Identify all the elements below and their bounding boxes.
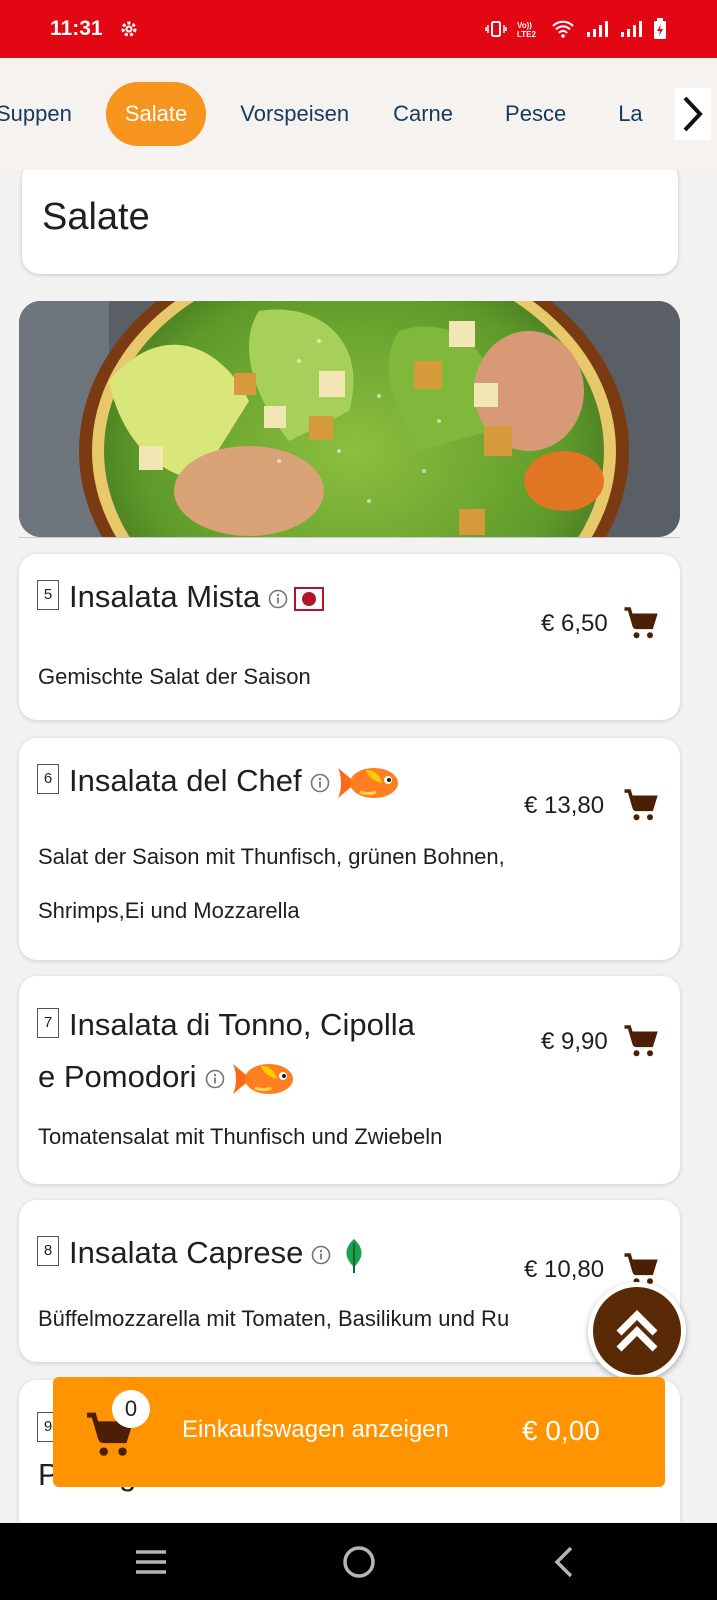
item-name: Insalata del Chef xyxy=(69,763,302,798)
item-title-row: Insalata Caprese xyxy=(69,1226,367,1280)
info-icon[interactable] xyxy=(205,1069,225,1089)
cart-count-badge: 0 xyxy=(112,1390,150,1428)
category-tabs: Suppen Salate Vorspeisen Carne Pesce La xyxy=(0,82,669,146)
gear-icon xyxy=(121,21,137,37)
signal-icon xyxy=(587,21,608,37)
item-name-line: Insalata di Tonno, Cipolla xyxy=(69,1007,415,1042)
menu-item-card[interactable]: 5 Insalata Mista € 6,50 Gemischte Salat … xyxy=(19,554,680,720)
add-to-cart-icon[interactable] xyxy=(623,606,659,642)
item-description: Büffelmozzarella mit Tomaten, Basilikum … xyxy=(38,1306,510,1331)
category-bar: Suppen Salate Vorspeisen Carne Pesce La xyxy=(0,58,717,170)
tab-suppen[interactable]: Suppen xyxy=(0,82,90,146)
menu-item-card[interactable]: 8 Insalata Caprese € 10,80 Büffelmozzare… xyxy=(19,1200,680,1362)
back-button[interactable] xyxy=(514,1523,614,1600)
info-icon[interactable] xyxy=(310,773,330,793)
item-description: Gemischte Salat der Saison xyxy=(38,664,311,689)
home-circle-icon xyxy=(343,1545,375,1578)
system-nav-bar xyxy=(0,1523,717,1600)
scroll-right-button[interactable] xyxy=(675,88,711,140)
item-price: € 9,90 xyxy=(541,1028,608,1055)
item-description-line: Shrimps,Ei und Mozzarella xyxy=(38,898,300,923)
status-bar: 11:31 Vo)) LTE2 xyxy=(0,0,717,58)
cart-total: € 0,00 xyxy=(522,1415,600,1446)
add-to-cart-icon[interactable] xyxy=(623,788,659,824)
vibrate-icon xyxy=(485,21,507,37)
item-title-row: Insalata Mista xyxy=(69,570,325,624)
item-number: 7 xyxy=(37,1008,59,1038)
item-number: 8 xyxy=(37,1236,59,1266)
fish-icon xyxy=(337,767,398,798)
item-price: € 10,80 xyxy=(524,1256,605,1283)
home-button[interactable] xyxy=(309,1523,409,1600)
item-number: 6 xyxy=(37,764,59,794)
section-header-card: Salate xyxy=(22,170,678,274)
salad-hero-image xyxy=(19,301,680,537)
wifi-icon xyxy=(552,20,574,38)
volte-icon: Vo))LTE2 xyxy=(517,21,537,39)
menu-item-card[interactable]: 6 Insalata del Chef € 13,80 Salat der Sa… xyxy=(19,738,680,960)
status-icons: Vo)) LTE2 xyxy=(485,18,667,40)
menu-icon xyxy=(136,1549,166,1574)
menu-item-card[interactable]: 7 Insalata di Tonno, Cipolla e Pomodori … xyxy=(19,976,680,1184)
tab-carne[interactable]: Carne xyxy=(367,82,479,146)
scroll-to-top-button[interactable] xyxy=(588,1282,686,1380)
back-chevron-icon xyxy=(554,1546,573,1577)
view-cart-bar[interactable]: 0 Einkaufswagen anzeigen € 0,00 xyxy=(53,1377,665,1487)
leaf-icon xyxy=(346,1238,362,1273)
tab-partial[interactable]: La xyxy=(592,82,668,146)
tab-pesce[interactable]: Pesce xyxy=(479,82,592,146)
section-title: Salate xyxy=(42,196,150,238)
tab-salate[interactable]: Salate xyxy=(105,82,207,146)
tab-vorspeisen[interactable]: Vorspeisen xyxy=(222,82,367,146)
info-icon[interactable] xyxy=(268,589,288,609)
item-number: 5 xyxy=(37,580,59,610)
salad-photo xyxy=(19,301,680,537)
fish-icon xyxy=(232,1063,293,1094)
double-chevron-up-icon xyxy=(616,1310,658,1352)
item-price: € 6,50 xyxy=(541,610,608,637)
item-title-row: e Pomodori xyxy=(38,1050,297,1104)
view-cart-label: Einkaufswagen anzeigen xyxy=(182,1416,449,1443)
item-price: € 13,80 xyxy=(524,792,605,819)
halal-badge-icon xyxy=(294,586,325,611)
battery-charging-icon xyxy=(654,18,666,39)
item-name: Insalata Caprese xyxy=(69,1235,304,1270)
item-name: Insalata Mista xyxy=(69,579,261,614)
svg-text:LTE2: LTE2 xyxy=(517,30,537,39)
divider xyxy=(19,537,680,538)
status-time: 11:31 xyxy=(50,17,103,40)
recent-apps-button[interactable] xyxy=(101,1523,201,1600)
item-title-row: Insalata del Chef xyxy=(69,754,402,808)
signal-icon xyxy=(621,21,642,37)
info-icon[interactable] xyxy=(311,1245,331,1265)
svg-text:Vo)): Vo)) xyxy=(517,21,532,30)
chevron-right-icon xyxy=(683,96,703,132)
add-to-cart-icon[interactable] xyxy=(623,1024,659,1060)
item-name-line: e Pomodori xyxy=(38,1059,197,1094)
item-description-line: Salat der Saison mit Thunfisch, grünen B… xyxy=(38,844,505,869)
item-description: Tomatensalat mit Thunfisch und Zwiebeln xyxy=(38,1124,443,1149)
